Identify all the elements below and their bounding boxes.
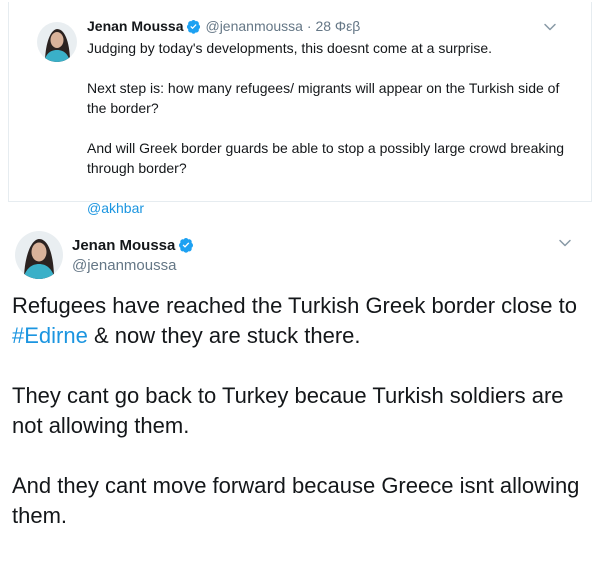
hashtag-link[interactable]: #Edirne bbox=[12, 323, 88, 348]
tweet-header: Jenan Moussa @jenanmoussa · 28 Φεβ bbox=[87, 17, 360, 38]
tweet-paragraph: Next step is: how many refugees/ migrant… bbox=[87, 80, 560, 116]
mention-link[interactable]: @akhbar bbox=[87, 198, 577, 218]
tweet-paragraph: And they cant move forward because Greec… bbox=[12, 473, 580, 528]
tweet-text-segment: & now they are stuck there. bbox=[87, 323, 361, 348]
author-handle[interactable]: @jenanmoussa bbox=[205, 18, 303, 34]
tweet-header: Jenan Moussa bbox=[72, 237, 198, 258]
verified-badge-icon bbox=[186, 19, 201, 38]
author-name[interactable]: Jenan Moussa bbox=[87, 18, 183, 34]
tweet-text: Refugees have reached the Turkish Greek … bbox=[12, 291, 592, 561]
chevron-down-icon[interactable] bbox=[558, 236, 572, 250]
verified-badge-icon bbox=[178, 237, 194, 258]
author-name[interactable]: Jenan Moussa bbox=[72, 237, 175, 254]
chevron-down-icon[interactable] bbox=[543, 20, 557, 34]
separator-dot: · bbox=[306, 18, 312, 34]
quoted-tweet[interactable]: Jenan Moussa @jenanmoussa · 28 Φεβ Judgin… bbox=[8, 2, 592, 216]
avatar[interactable] bbox=[15, 231, 63, 279]
tweet-text-segment: Refugees have reached the Turkish Greek … bbox=[12, 293, 577, 318]
tweet-date[interactable]: 28 Φεβ bbox=[315, 18, 360, 34]
tweet-paragraph: And will Greek border guards be able to … bbox=[87, 140, 565, 176]
tweet-text: Judging by today's developments, this do… bbox=[87, 38, 577, 218]
author-handle[interactable]: @jenanmoussa bbox=[72, 257, 176, 275]
tweet-paragraph: Judging by today's developments, this do… bbox=[87, 40, 493, 56]
tweet-paragraph: Refugees have reached the Turkish Greek … bbox=[12, 291, 592, 351]
avatar[interactable] bbox=[37, 22, 77, 62]
tweet-paragraph: They cant go back to Turkey becaue Turki… bbox=[12, 383, 564, 438]
